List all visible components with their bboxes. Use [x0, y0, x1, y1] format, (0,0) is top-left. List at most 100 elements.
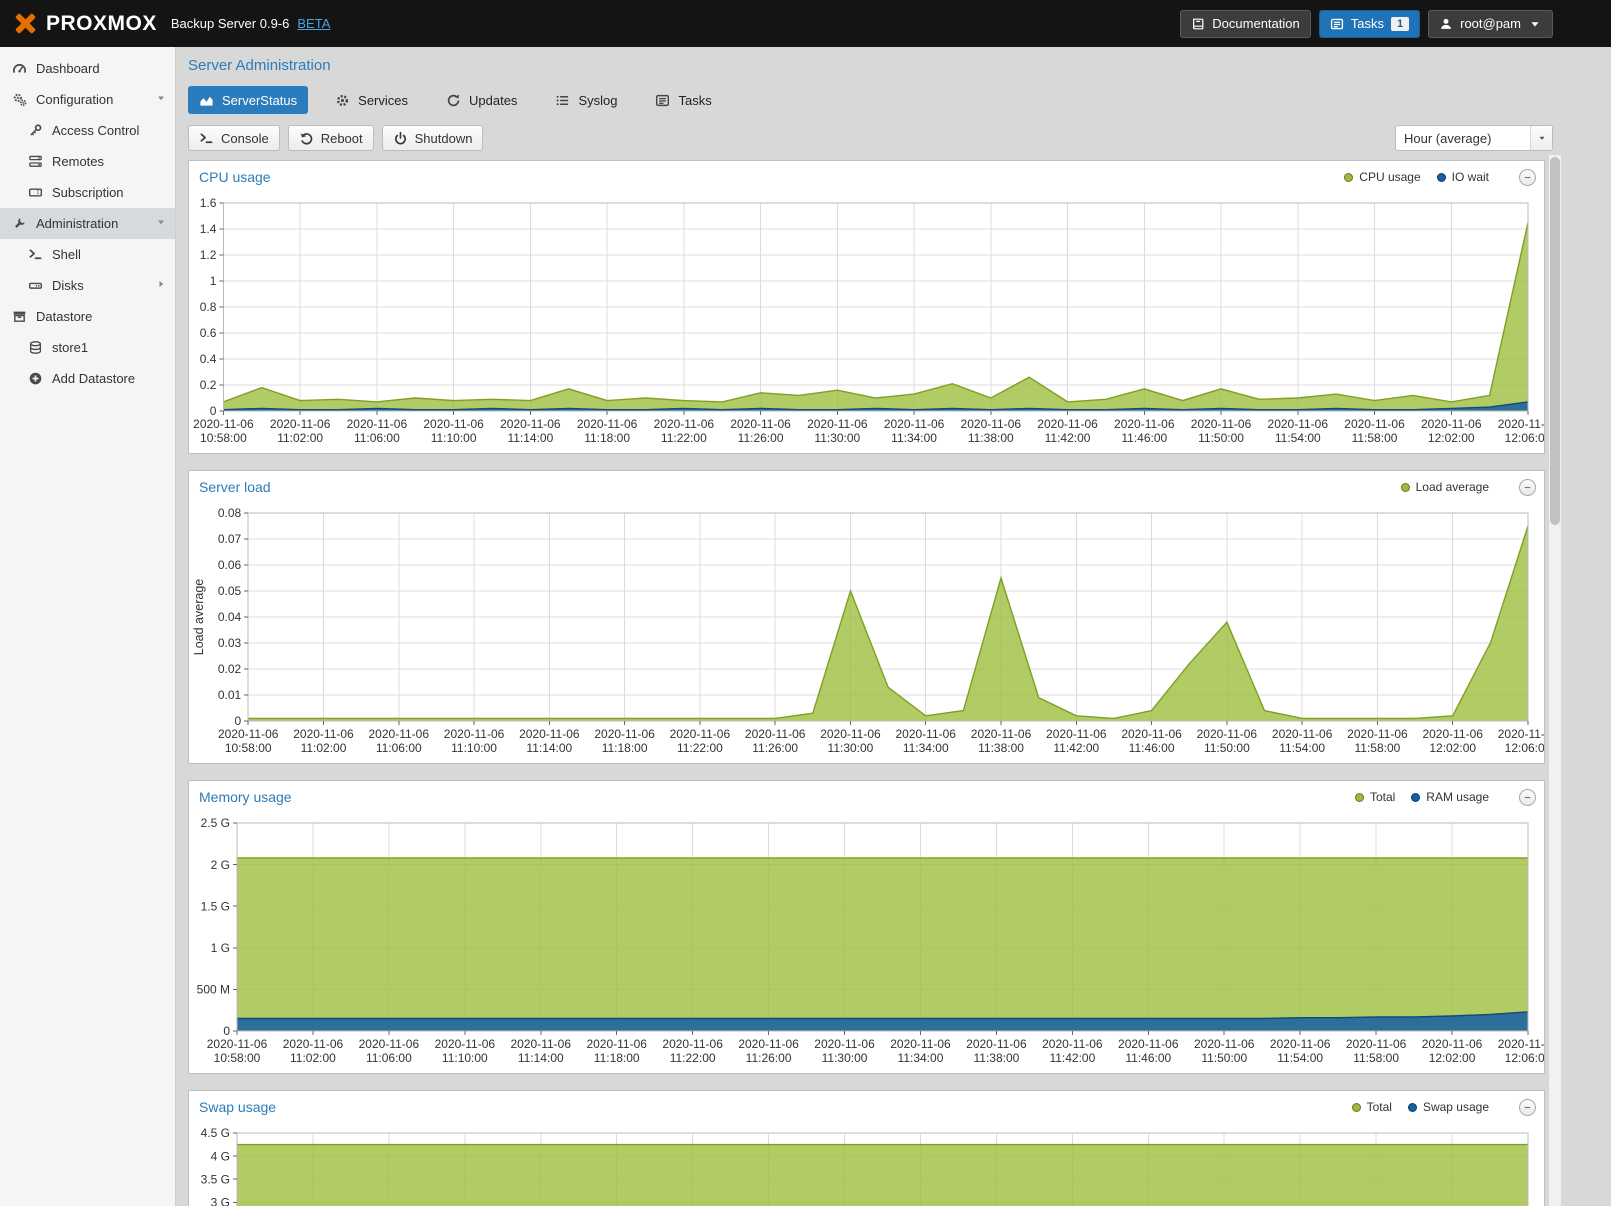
sidebar-item-label: Disks	[52, 278, 84, 293]
console-button[interactable]: Console	[188, 125, 280, 151]
svg-text:11:42:00: 11:42:00	[1045, 431, 1091, 445]
time-range-select[interactable]: Hour (average)	[1395, 125, 1553, 151]
user-icon	[1439, 17, 1453, 31]
svg-text:2020-11-06: 2020-11-06	[890, 1037, 951, 1051]
database-icon	[27, 340, 43, 355]
svg-text:2020-11-06: 2020-11-06	[738, 1037, 799, 1051]
svg-text:11:06:00: 11:06:00	[366, 1051, 412, 1065]
terminal-icon	[27, 247, 43, 262]
legend-item[interactable]: CPU usage	[1344, 170, 1420, 184]
sidebar-item-shell[interactable]: Shell	[0, 239, 175, 270]
svg-text:11:54:00: 11:54:00	[1275, 431, 1321, 445]
gauge-icon	[11, 61, 27, 76]
tab-services[interactable]: Services	[324, 86, 419, 114]
sidebar-item-configuration[interactable]: Configuration	[0, 84, 175, 115]
tab-updates[interactable]: Updates	[435, 86, 528, 114]
tab-label: ServerStatus	[222, 93, 297, 108]
refresh-icon	[446, 93, 461, 108]
sidebar-item-disks[interactable]: Disks	[0, 270, 175, 301]
tasks-icon	[1330, 17, 1344, 31]
svg-text:11:18:00: 11:18:00	[584, 431, 630, 445]
sidebar-item-label: store1	[52, 340, 88, 355]
legend-swatch	[1408, 1103, 1417, 1112]
svg-text:2020-11-06: 2020-11-06	[1498, 417, 1544, 431]
sidebar-item-store1[interactable]: store1	[0, 332, 175, 363]
svg-text:2020-11-06: 2020-11-06	[971, 727, 1032, 741]
svg-text:0.07: 0.07	[218, 532, 242, 546]
combo-trigger[interactable]	[1530, 126, 1552, 150]
svg-text:11:54:00: 11:54:00	[1277, 1051, 1323, 1065]
legend-item[interactable]: Swap usage	[1408, 1100, 1489, 1114]
svg-text:10:58:00: 10:58:00	[200, 431, 247, 445]
svg-text:2020-11-06: 2020-11-06	[1346, 1037, 1407, 1051]
chart-legend: Total Swap usage	[1352, 1099, 1536, 1116]
sidebar-item-access-control[interactable]: Access Control	[0, 115, 175, 146]
sidebar-item-dashboard[interactable]: Dashboard	[0, 53, 175, 84]
reboot-button[interactable]: Reboot	[288, 125, 374, 151]
sidebar-item-add-datastore[interactable]: Add Datastore	[0, 363, 175, 394]
svg-text:2020-11-06: 2020-11-06	[670, 727, 731, 741]
legend-item[interactable]: Total	[1352, 1100, 1392, 1114]
button-label: Shutdown	[415, 131, 473, 146]
svg-text:2020-11-06: 2020-11-06	[654, 417, 715, 431]
chevron-down-icon	[1528, 17, 1542, 31]
collapse-panel-button[interactable]	[1519, 479, 1536, 496]
tab-serverstatus[interactable]: ServerStatus	[188, 86, 308, 114]
svg-text:1.5 G: 1.5 G	[201, 899, 230, 913]
svg-text:11:42:00: 11:42:00	[1053, 741, 1099, 755]
sidebar-item-label: Datastore	[36, 309, 92, 324]
legend-swatch	[1411, 793, 1420, 802]
plus-circle-icon	[27, 371, 43, 386]
tab-label: Services	[358, 93, 408, 108]
svg-text:2020-11-06: 2020-11-06	[577, 417, 638, 431]
tab-syslog[interactable]: Syslog	[544, 86, 628, 114]
svg-text:1 G: 1 G	[211, 941, 230, 955]
collapse-panel-button[interactable]	[1519, 789, 1536, 806]
caret-right-icon[interactable]	[155, 278, 167, 293]
legend-item[interactable]: Total	[1355, 790, 1395, 804]
panel-header: Server loadLoad average	[189, 471, 1544, 503]
svg-text:2020-11-06: 2020-11-06	[814, 1037, 875, 1051]
beta-link[interactable]: BETA	[297, 16, 330, 31]
sidebar-item-subscription[interactable]: Subscription	[0, 177, 175, 208]
legend-item[interactable]: IO wait	[1437, 170, 1489, 184]
caret-down-icon[interactable]	[155, 92, 167, 107]
sidebar-item-datastore[interactable]: Datastore	[0, 301, 175, 332]
svg-text:2020-11-06: 2020-11-06	[500, 417, 561, 431]
svg-text:10:58:00: 10:58:00	[214, 1051, 261, 1065]
chart-legend: Total RAM usage	[1355, 789, 1536, 806]
svg-text:11:14:00: 11:14:00	[507, 431, 553, 445]
collapse-panel-button[interactable]	[1519, 169, 1536, 186]
chart-area: 00.20.40.60.811.21.41.62020-11-0610:58:0…	[189, 193, 1544, 453]
legend-swatch	[1352, 1103, 1361, 1112]
tab-label: Syslog	[578, 93, 617, 108]
svg-text:11:18:00: 11:18:00	[602, 741, 648, 755]
svg-text:2020-11-06: 2020-11-06	[895, 727, 956, 741]
tasks-button[interactable]: Tasks 1	[1319, 10, 1420, 38]
sidebar-item-administration[interactable]: Administration	[0, 208, 175, 239]
documentation-button[interactable]: Documentation	[1180, 10, 1310, 38]
tab-tasks[interactable]: Tasks	[644, 86, 722, 114]
sidebar-item-remotes[interactable]: Remotes	[0, 146, 175, 177]
vertical-scrollbar[interactable]	[1548, 155, 1561, 1206]
collapse-panel-button[interactable]	[1519, 1099, 1536, 1116]
svg-text:12:02:00: 12:02:00	[1429, 741, 1476, 755]
time-range-value: Hour (average)	[1396, 131, 1530, 146]
gear-icon	[335, 93, 350, 108]
caret-down-icon[interactable]	[155, 216, 167, 231]
user-menu-button[interactable]: root@pam	[1428, 10, 1553, 38]
scrollbar-thumb[interactable]	[1550, 157, 1560, 525]
product-version: Backup Server 0.9-6	[171, 16, 290, 31]
svg-text:2020-11-06: 2020-11-06	[1037, 417, 1098, 431]
list-icon	[555, 93, 570, 108]
svg-text:11:02:00: 11:02:00	[290, 1051, 336, 1065]
legend-swatch	[1344, 173, 1353, 182]
chart-area: 0500 M1 G1.5 G2 G2.5 G2020-11-0610:58:00…	[189, 813, 1544, 1073]
legend-item[interactable]: RAM usage	[1411, 790, 1489, 804]
legend-item[interactable]: Load average	[1401, 480, 1489, 494]
svg-text:2020-11-06: 2020-11-06	[444, 727, 505, 741]
shutdown-button[interactable]: Shutdown	[382, 125, 484, 151]
legend-label: Swap usage	[1423, 1100, 1489, 1114]
svg-text:2020-11-06: 2020-11-06	[207, 1037, 268, 1051]
svg-text:2 G: 2 G	[211, 858, 230, 872]
